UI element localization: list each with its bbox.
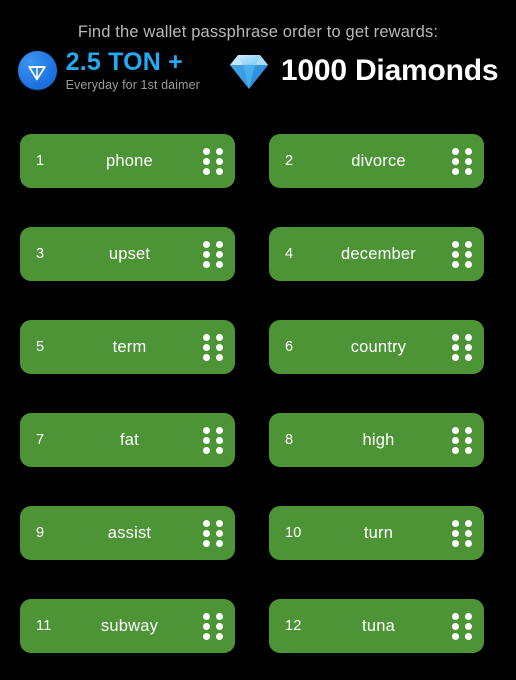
drag-handle-icon[interactable]	[452, 519, 472, 547]
drag-handle-icon[interactable]	[203, 333, 223, 361]
word-chip-label: december	[341, 244, 416, 263]
ton-subtitle-label: Everyday for 1st daimer	[65, 78, 200, 92]
word-chip-4[interactable]: 4 december	[269, 227, 484, 281]
word-chip-10[interactable]: 10 turn	[269, 506, 484, 560]
word-chip-index: 7	[36, 432, 45, 448]
drag-handle-icon[interactable]	[203, 612, 223, 640]
word-chip-label: tuna	[362, 616, 395, 635]
word-chip-9[interactable]: 9 assist	[20, 506, 235, 560]
word-chip-label: high	[362, 430, 395, 449]
word-chip-index: 3	[36, 246, 45, 262]
word-chip-label: upset	[108, 244, 151, 263]
header: Find the wallet passphrase order to get …	[0, 0, 516, 92]
word-chip-index: 1	[36, 153, 45, 169]
ton-text-block: 2.5 TON + Everyday for 1st daimer	[66, 49, 200, 92]
word-chip-label: fat	[120, 430, 139, 449]
drag-handle-icon[interactable]	[452, 426, 472, 454]
gem-stone-icon	[226, 50, 272, 92]
drag-handle-icon[interactable]	[203, 147, 223, 175]
word-chip-12[interactable]: 12 tuna	[269, 599, 484, 653]
page-title: Find the wallet passphrase order to get …	[77, 23, 439, 41]
word-chip-5[interactable]: 5 term	[20, 320, 235, 374]
app-screen: Find the wallet passphrase order to get …	[0, 0, 516, 680]
word-chip-label: assist	[107, 523, 152, 542]
drag-handle-icon[interactable]	[452, 240, 472, 268]
rewards-row: 2.5 TON + Everyday for 1st daimer 1000 D…	[0, 49, 516, 92]
word-chip-index: 8	[285, 432, 294, 448]
drag-handle-icon[interactable]	[203, 240, 223, 268]
drag-handle-icon[interactable]	[452, 147, 472, 175]
word-chip-label: subway	[100, 616, 159, 635]
word-chip-label: divorce	[351, 151, 406, 170]
word-chip-3[interactable]: 3 upset	[20, 227, 235, 281]
reward-diamonds: 1000 Diamonds	[226, 50, 499, 92]
word-chip-index: 4	[285, 246, 294, 262]
word-chip-index: 9	[36, 525, 45, 541]
word-chip-index: 11	[36, 618, 52, 634]
word-chip-label: country	[350, 337, 407, 356]
word-chip-index: 5	[36, 339, 45, 355]
drag-handle-icon[interactable]	[452, 333, 472, 361]
word-chip-label: phone	[106, 151, 153, 170]
reward-ton: 2.5 TON + Everyday for 1st daimer	[17, 49, 200, 92]
word-chip-8[interactable]: 8 high	[269, 413, 484, 467]
drag-handle-icon[interactable]	[203, 519, 223, 547]
ton-coin-icon	[17, 51, 57, 90]
passphrase-word-grid: 1 phone 2 divorce 3 upset 4 december 5 t…	[20, 134, 484, 653]
word-chip-11[interactable]: 11 subway	[20, 599, 235, 653]
ton-amount-label: 2.5 TON +	[65, 48, 183, 76]
diamonds-amount-label: 1000 Diamonds	[280, 53, 499, 87]
word-chip-index: 6	[285, 339, 294, 355]
word-chip-6[interactable]: 6 country	[269, 320, 484, 374]
word-chip-7[interactable]: 7 fat	[20, 413, 235, 467]
drag-handle-icon[interactable]	[203, 426, 223, 454]
word-chip-index: 10	[285, 525, 302, 541]
word-chip-2[interactable]: 2 divorce	[269, 134, 484, 188]
word-chip-index: 2	[285, 153, 294, 169]
word-chip-label: term	[112, 337, 147, 356]
drag-handle-icon[interactable]	[452, 612, 472, 640]
word-chip-label: turn	[363, 523, 394, 542]
word-chip-1[interactable]: 1 phone	[20, 134, 235, 188]
word-chip-index: 12	[285, 618, 302, 634]
